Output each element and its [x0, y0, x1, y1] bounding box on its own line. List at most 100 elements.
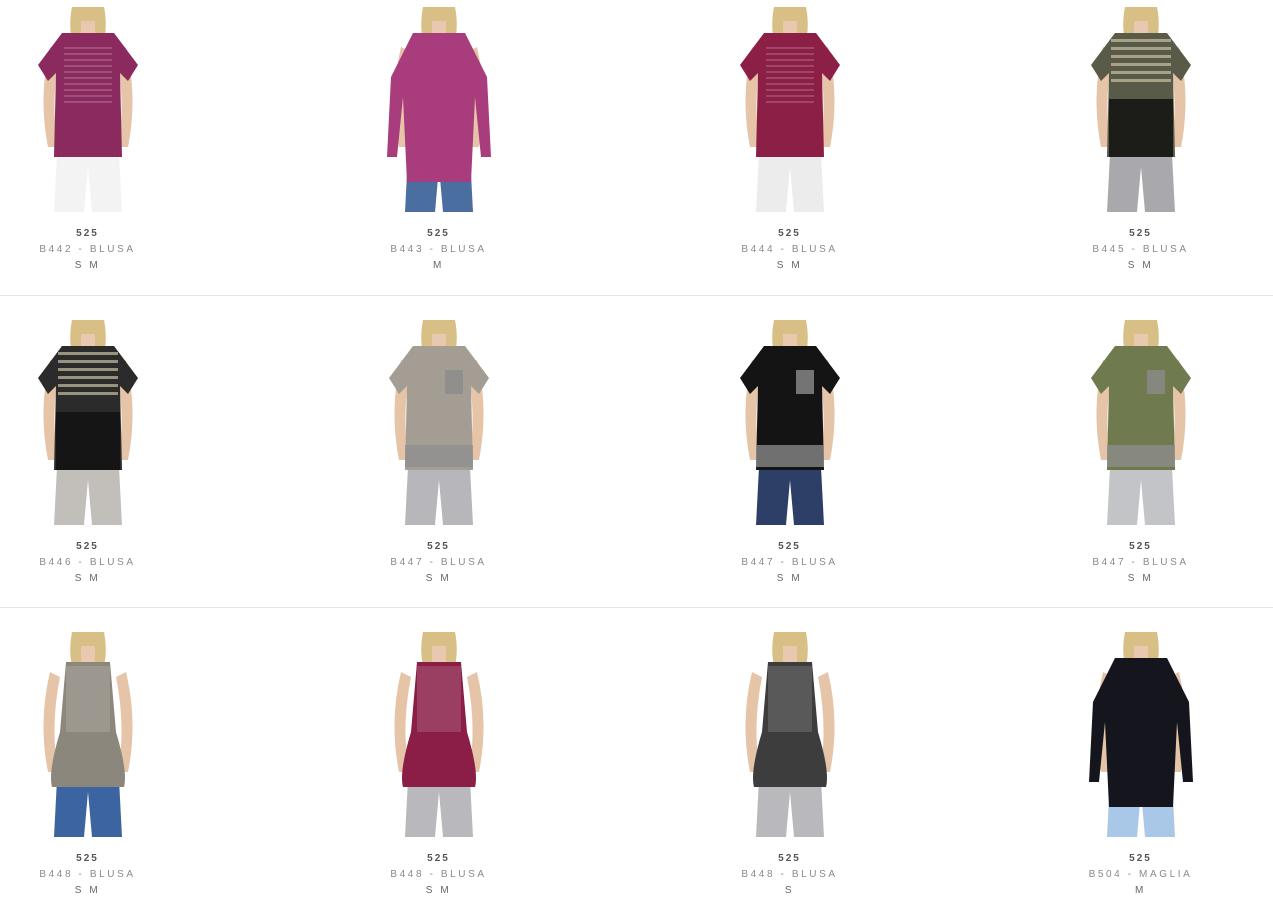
product-card[interactable]: 525 B444 - BLUSA S M	[702, 7, 1020, 307]
pattern-stripe	[1111, 39, 1171, 42]
product-card[interactable]: 525 B447 - BLUSA S M	[351, 320, 669, 620]
model-illustration	[745, 632, 835, 837]
product-name[interactable]: B504 - MAGLIA	[1053, 869, 1228, 880]
product-card[interactable]: 525 B448 - BLUSA S M	[0, 632, 318, 914]
neck	[432, 646, 446, 664]
product-photo[interactable]	[702, 320, 877, 525]
model-illustration	[389, 320, 489, 525]
product-name[interactable]: B447 - BLUSA	[1053, 557, 1228, 568]
product-price: 525	[76, 228, 99, 239]
product-name[interactable]: B448 - BLUSA	[0, 869, 175, 880]
product-name[interactable]: B445 - BLUSA	[1053, 244, 1228, 255]
product-card[interactable]: 525 B447 - BLUSA S M	[1053, 320, 1273, 620]
sheer-panel	[1109, 99, 1173, 157]
pattern-stripe	[58, 352, 118, 355]
pattern-stripe	[58, 392, 118, 395]
product-sizes: S M	[776, 573, 803, 584]
pattern-stripe	[58, 360, 118, 363]
product-name[interactable]: B444 - BLUSA	[702, 244, 877, 255]
product-photo[interactable]	[351, 7, 526, 212]
product-card[interactable]: 525 B442 - BLUSA S M	[0, 7, 318, 307]
product-sizes: S M	[1127, 573, 1154, 584]
product-sizes: S M	[425, 573, 452, 584]
pattern-stripe	[1111, 47, 1171, 50]
product-photo[interactable]	[702, 7, 877, 212]
product-card[interactable]: 525 B446 - BLUSA S M	[0, 320, 318, 620]
product-sizes: S M	[1127, 260, 1154, 271]
product-card[interactable]: 525 B445 - BLUSA S M	[1053, 7, 1273, 307]
product-card[interactable]: 525 B448 - BLUSA S	[702, 632, 1020, 914]
product-card[interactable]: 525 B504 - MAGLIA M	[1053, 632, 1273, 914]
sequin-shine	[766, 71, 814, 73]
pattern-stripe	[1111, 79, 1171, 82]
sequin-pocket	[1147, 370, 1165, 394]
product-sizes: S	[784, 885, 795, 896]
sequin-shine	[64, 101, 112, 103]
sequin-shine	[766, 53, 814, 55]
model-illustration	[394, 632, 484, 837]
sequin-bodice	[768, 666, 812, 732]
sequin-pocket	[796, 370, 814, 394]
sequin-shine	[64, 89, 112, 91]
product-price: 525	[76, 853, 99, 864]
product-photo[interactable]	[351, 320, 526, 525]
model-illustration	[1091, 320, 1191, 525]
model-illustration	[740, 320, 840, 525]
product-photo[interactable]	[702, 632, 877, 837]
product-photo[interactable]	[0, 320, 175, 525]
pattern-stripe	[58, 384, 118, 387]
product-photo[interactable]	[0, 7, 175, 212]
sequin-hem	[405, 445, 473, 467]
sequin-shine	[766, 95, 814, 97]
pattern-stripe	[1111, 71, 1171, 74]
product-sizes: S M	[74, 885, 101, 896]
sheer-panel	[56, 412, 120, 470]
sequin-shine	[64, 59, 112, 61]
product-photo[interactable]	[0, 632, 175, 837]
model-illustration	[387, 7, 491, 212]
product-grid: 525 B442 - BLUSA S M 525 B443 - BLUSA M 525 B44…	[0, 0, 1273, 914]
product-name[interactable]: B448 - BLUSA	[702, 869, 877, 880]
product-name[interactable]: B448 - BLUSA	[351, 869, 526, 880]
product-name[interactable]: B446 - BLUSA	[0, 557, 175, 568]
product-photo[interactable]	[1053, 320, 1228, 525]
sequin-shine	[64, 71, 112, 73]
product-photo[interactable]	[1053, 7, 1228, 212]
product-sizes: S M	[776, 260, 803, 271]
product-price: 525	[1129, 853, 1152, 864]
sequin-shine	[64, 95, 112, 97]
product-name[interactable]: B443 - BLUSA	[351, 244, 526, 255]
sequin-shine	[64, 65, 112, 67]
sequin-shine	[766, 83, 814, 85]
sequin-shine	[64, 47, 112, 49]
product-sizes: S M	[74, 260, 101, 271]
product-price: 525	[427, 228, 450, 239]
product-price: 525	[76, 541, 99, 552]
product-card[interactable]: 525 B443 - BLUSA M	[351, 7, 669, 307]
model-illustration	[740, 7, 840, 212]
pattern-stripe	[1111, 55, 1171, 58]
product-sizes: S M	[425, 885, 452, 896]
product-photo[interactable]	[1053, 632, 1228, 837]
product-name[interactable]: B442 - BLUSA	[0, 244, 175, 255]
neck	[783, 646, 797, 664]
model-illustration	[1091, 7, 1191, 212]
product-card[interactable]: 525 B448 - BLUSA S M	[351, 632, 669, 914]
model-illustration	[38, 7, 138, 212]
pattern-stripe	[1111, 63, 1171, 66]
product-price: 525	[778, 853, 801, 864]
sequin-shine	[766, 65, 814, 67]
sequin-shine	[766, 59, 814, 61]
model-illustration	[38, 320, 138, 525]
pattern-stripe	[58, 368, 118, 371]
sequin-hem	[756, 445, 824, 467]
product-price: 525	[1129, 541, 1152, 552]
sequin-pocket	[445, 370, 463, 394]
product-photo[interactable]	[351, 632, 526, 837]
sequin-shine	[64, 77, 112, 79]
product-sizes: S M	[74, 573, 101, 584]
product-card[interactable]: 525 B447 - BLUSA S M	[702, 320, 1020, 620]
model-illustration	[1089, 632, 1193, 837]
product-name[interactable]: B447 - BLUSA	[351, 557, 526, 568]
product-name[interactable]: B447 - BLUSA	[702, 557, 877, 568]
